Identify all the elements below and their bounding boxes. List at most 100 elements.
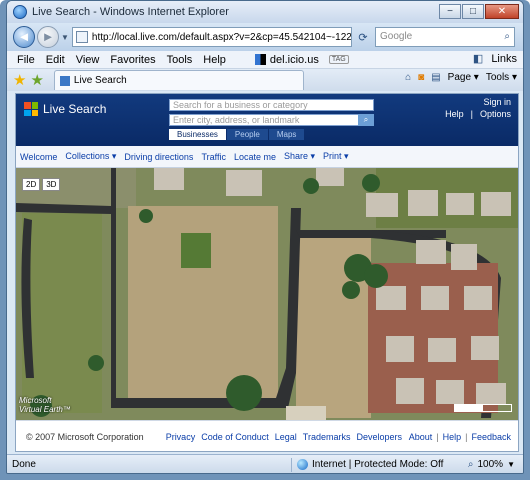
footer-separator-1: | <box>436 432 439 442</box>
live-search-logo[interactable]: Live Search <box>24 102 106 116</box>
menu-edit[interactable]: Edit <box>46 54 65 66</box>
browser-frame: Live Search - Windows Internet Explorer … <box>6 0 524 474</box>
address-toolbar: ◄ ► ▼ http://local.live.com/default.aspx… <box>7 23 523 51</box>
location-input[interactable]: Enter city, address, or landmark <box>169 114 374 126</box>
options-link[interactable]: Options <box>480 109 511 119</box>
legal-link[interactable]: Legal <box>275 432 297 442</box>
command-bar: ⌂ ◙ ▤ Page ▾ Tools ▾ <box>405 72 517 83</box>
delicious-label: del.icio.us <box>269 53 319 66</box>
delicious-icon <box>254 54 266 65</box>
address-bar[interactable]: http://local.live.com/default.aspx?v=2&c… <box>71 27 352 47</box>
nav-locate-me[interactable]: Locate me <box>234 152 276 162</box>
tag-button[interactable]: TAG <box>328 55 349 64</box>
feeds-icon[interactable]: ◙ <box>418 72 424 83</box>
close-button[interactable]: ✕ <box>485 4 519 19</box>
tab-live-search[interactable]: Live Search <box>53 70 304 90</box>
nav-driving-directions[interactable]: Driving directions <box>124 152 193 162</box>
tab-businesses[interactable]: Businesses <box>169 129 226 140</box>
page-menu[interactable]: Page ▾ <box>448 72 479 83</box>
scale-fill <box>455 405 483 411</box>
help-separator: | <box>470 109 473 119</box>
back-button[interactable]: ◄ <box>13 26 35 48</box>
forward-button[interactable]: ► <box>37 26 59 48</box>
zone-text: Internet | Protected Mode: Off <box>312 459 444 470</box>
view-3d-button[interactable]: 3D <box>42 178 61 191</box>
add-favorite-icon[interactable]: ★ <box>30 71 43 89</box>
search-input[interactable]: Google <box>380 31 412 43</box>
privacy-link[interactable]: Privacy <box>166 432 196 442</box>
delicious-button[interactable]: del.icio.us <box>254 53 319 66</box>
internet-zone-icon <box>297 459 308 470</box>
tab-title: Live Search <box>73 75 127 86</box>
security-zone[interactable]: Internet | Protected Mode: Off <box>297 459 443 470</box>
tools-menu[interactable]: Tools ▾ <box>486 72 517 83</box>
menu-favorites[interactable]: Favorites <box>110 54 155 66</box>
history-dropdown-icon[interactable]: ▼ <box>61 33 69 42</box>
links-button[interactable]: Links <box>491 53 517 65</box>
developers-link[interactable]: Developers <box>356 432 402 442</box>
nav-print[interactable]: Print ▾ <box>323 151 349 162</box>
menu-bar: File Edit View Favorites Tools Help del.… <box>7 51 523 69</box>
menu-file[interactable]: File <box>17 54 35 66</box>
sign-in-link[interactable]: Sign in <box>483 97 511 108</box>
live-search-header: Live Search Search for a business or cat… <box>16 94 518 146</box>
title-bar: Live Search - Windows Internet Explorer … <box>7 1 523 23</box>
nav-welcome[interactable]: Welcome <box>20 152 57 162</box>
virtual-earth-name: Virtual Earth™ <box>19 405 71 414</box>
footer-right-links: About | Help | Feedback <box>409 432 511 442</box>
refresh-icon[interactable]: ⟳ <box>356 31 370 44</box>
zoom-control[interactable]: ⌕ 100% ▼ <box>468 459 515 470</box>
tab-people[interactable]: People <box>226 129 268 140</box>
page-footer: © 2007 Microsoft Corporation Privacy Cod… <box>16 420 518 451</box>
maximize-button[interactable]: □ <box>462 4 484 19</box>
tab-maps[interactable]: Maps <box>268 129 305 140</box>
status-bar: Done Internet | Protected Mode: Off ⌕ 10… <box>7 454 523 473</box>
favorites-star-icon[interactable]: ★ <box>13 71 26 89</box>
tab-page-icon <box>59 75 70 86</box>
logo-text: Live Search <box>43 102 107 116</box>
page-menu-label: Page <box>447 72 472 83</box>
status-text: Done <box>12 459 36 470</box>
east-lot-strip <box>286 406 326 420</box>
minimize-button[interactable]: − <box>439 4 461 19</box>
zoom-level: 100% <box>477 459 504 470</box>
nav-share[interactable]: Share ▾ <box>284 151 315 162</box>
tab-bar: ★ ★ Live Search ⌂ ◙ ▤ Page ▾ Tools ▾ <box>7 69 523 91</box>
window-title: Live Search - Windows Internet Explorer <box>32 6 229 18</box>
tools-menu-label: Tools <box>485 72 510 83</box>
virtual-earth-logo: Microsoft Virtual Earth™ <box>19 396 71 414</box>
home-icon[interactable]: ⌂ <box>405 72 411 83</box>
menu-view[interactable]: View <box>76 54 100 66</box>
messenger-icon[interactable]: ◧ <box>473 52 483 65</box>
status-divider <box>291 457 292 472</box>
search-icon[interactable]: ⌕ <box>504 31 510 43</box>
help-options: Help | Options <box>445 109 511 119</box>
business-search-input[interactable]: Search for a business or category <box>169 99 374 111</box>
internet-explorer-icon <box>13 5 27 19</box>
map-scale-bar <box>454 404 512 412</box>
tree-clump <box>181 233 211 268</box>
feedback-link[interactable]: Feedback <box>471 432 511 442</box>
help-link[interactable]: Help <box>445 109 464 119</box>
code-of-conduct-link[interactable]: Code of Conduct <box>201 432 269 442</box>
view-toggle: 2D 3D <box>22 178 61 191</box>
menu-right: ◧ Links <box>473 52 517 66</box>
view-2d-button[interactable]: 2D <box>22 178 41 191</box>
search-box[interactable]: Google ⌕ <box>375 27 515 47</box>
aerial-imagery <box>16 168 518 420</box>
about-link[interactable]: About <box>409 432 433 442</box>
trademarks-link[interactable]: Trademarks <box>303 432 351 442</box>
nav-traffic[interactable]: Traffic <box>201 152 226 162</box>
menu-help[interactable]: Help <box>203 54 226 66</box>
nav-collections[interactable]: Collections ▾ <box>65 151 116 162</box>
aerial-map[interactable]: 2D 3D Microsoft Virtual Earth™ <box>16 168 518 420</box>
footer-help-link[interactable]: Help <box>443 432 462 442</box>
address-url[interactable]: http://local.live.com/default.aspx?v=2&c… <box>92 32 351 43</box>
print-icon[interactable]: ▤ <box>431 72 440 83</box>
zoom-dropdown-icon[interactable]: ▼ <box>507 460 515 469</box>
page-content: Live Search Search for a business or cat… <box>15 93 519 452</box>
browser-window: Live Search - Windows Internet Explorer … <box>0 0 530 480</box>
menu-tools[interactable]: Tools <box>167 54 193 66</box>
search-go-button[interactable]: ⌕ <box>358 114 374 126</box>
footer-separator-2: | <box>465 432 468 442</box>
